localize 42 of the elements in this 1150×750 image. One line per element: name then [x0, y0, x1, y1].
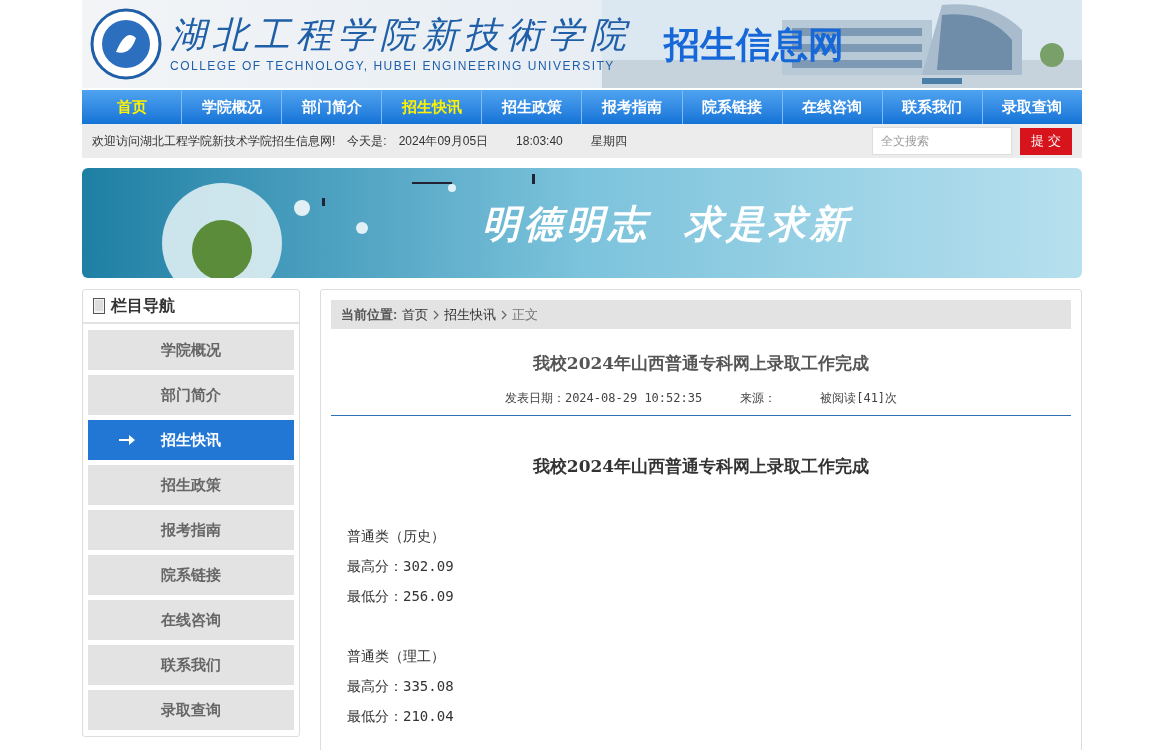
article-paragraph: 最高分：335.08	[347, 677, 455, 696]
sidebar-title: 栏目导航	[111, 296, 175, 316]
chevron-icon	[433, 309, 440, 320]
arrow-icon	[119, 435, 135, 445]
article-paragraph: 普通类（理工）	[347, 647, 446, 666]
sidebar-item[interactable]: 部门简介	[88, 375, 294, 415]
sidebar-item[interactable]: 学院概况	[88, 330, 294, 370]
date-text: 2024年09月05日	[398, 133, 489, 150]
source-label: 来源：	[740, 389, 777, 407]
breadcrumb-link[interactable]: 首页	[402, 304, 429, 325]
sidebar-item[interactable]: 联系我们	[88, 645, 294, 685]
sidebar-item[interactable]: 招生快讯	[88, 420, 294, 460]
sidebar-item[interactable]: 招生政策	[88, 465, 294, 505]
welcome-text: 欢迎访问湖北工程学院新技术学院招生信息网!	[92, 133, 336, 150]
article-paragraph: 最低分：256.09	[347, 587, 455, 606]
sidebar-item[interactable]: 在线咨询	[88, 600, 294, 640]
book-icon	[93, 298, 105, 314]
nav-link[interactable]: 首页	[82, 90, 182, 124]
college-name: 湖北工程学院新技術学院	[170, 13, 632, 57]
time-text: 18:03:40	[516, 133, 563, 150]
breadcrumb-link[interactable]: 招生快讯	[444, 304, 497, 325]
today-label: 今天是:	[347, 133, 387, 150]
breadcrumb-current: 正文	[512, 305, 539, 324]
article-paragraph: 最高分：302.09	[347, 557, 455, 576]
chevron-icon	[501, 309, 508, 320]
submit-button[interactable]: 提 交	[1020, 127, 1072, 155]
breadcrumb-label: 当前位置:	[341, 305, 398, 324]
sidebar-item[interactable]: 院系链接	[88, 555, 294, 595]
site-name: 招生信息网	[664, 22, 844, 67]
view-count: 被阅读[41]次	[820, 389, 898, 407]
article-paragraph: 最低分：210.04	[347, 707, 455, 726]
article-paragraph: 普通类（历史）	[347, 527, 446, 546]
college-english-name: COLLEGE OF TECHNOLOGY, HUBEI ENGINEERING UNIVERSITY	[170, 58, 616, 75]
banner-motto: 明德明志 求是求新	[482, 199, 853, 248]
article-heading: 我校2024年山西普通专科网上录取工作完成	[531, 454, 871, 478]
search-field[interactable]: 全文搜索	[872, 127, 1012, 155]
weekday-text: 星期四	[590, 133, 627, 150]
article-title: 我校2024年山西普通专科网上录取工作完成	[531, 352, 871, 375]
publish-date: 发表日期：2024-08-29 10:52:35	[504, 389, 703, 407]
sidebar-item[interactable]: 录取查询	[88, 690, 294, 730]
logo-icon	[90, 8, 162, 80]
sidebar-item[interactable]: 报考指南	[88, 510, 294, 550]
